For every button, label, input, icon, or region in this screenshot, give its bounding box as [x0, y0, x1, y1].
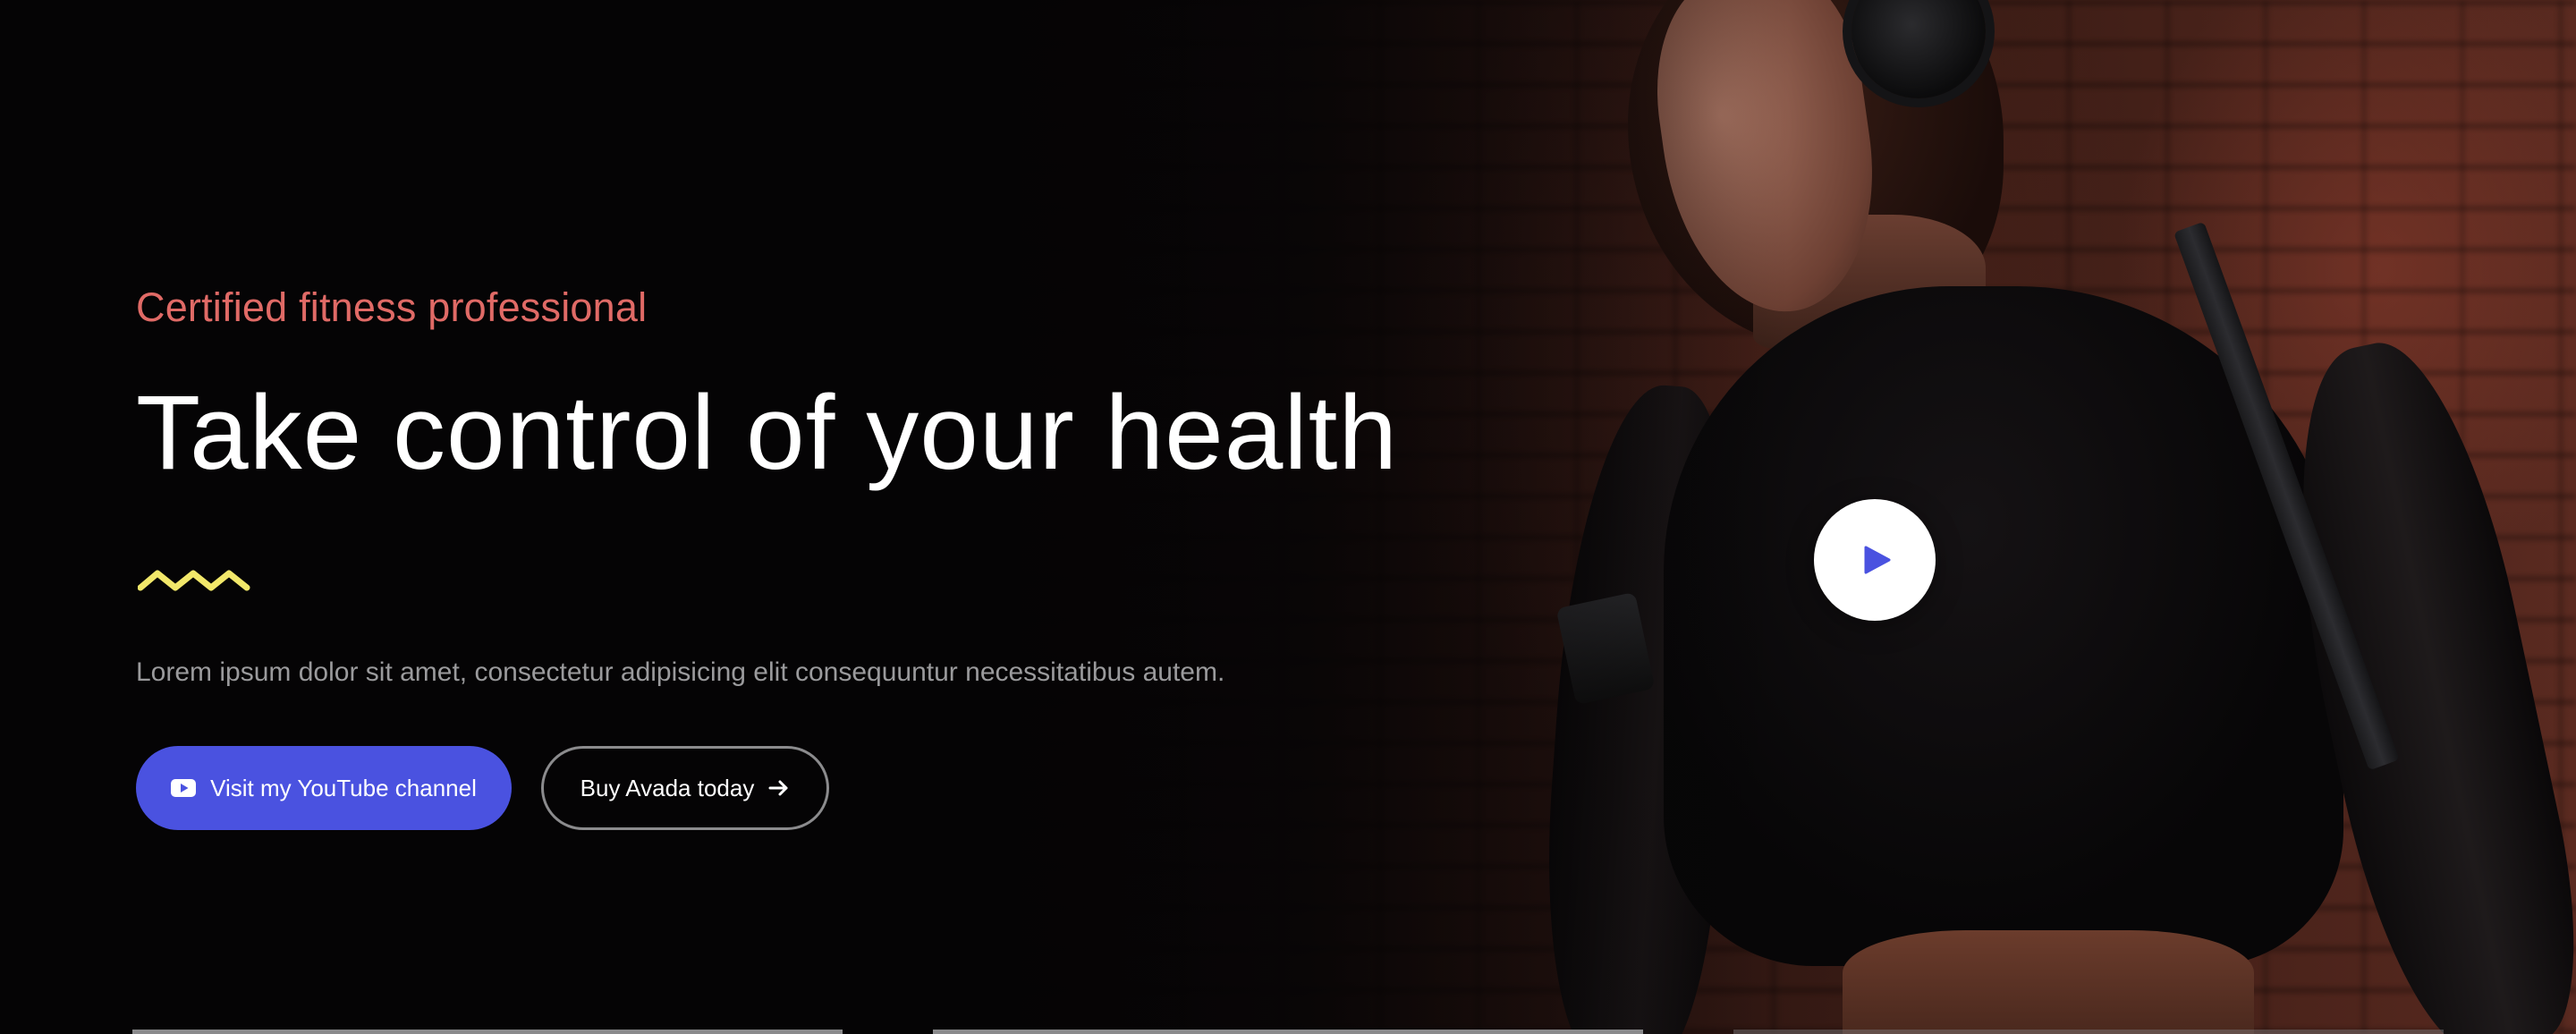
hero-eyebrow: Certified fitness professional	[136, 284, 648, 330]
zigzag-divider-icon	[138, 570, 250, 591]
buy-avada-button[interactable]: Buy Avada today	[541, 746, 829, 830]
play-icon	[1864, 546, 1891, 574]
hero-background-image	[984, 0, 2576, 1034]
buy-avada-button-label: Buy Avada today	[580, 774, 755, 801]
youtube-channel-button-label: Visit my YouTube channel	[210, 774, 477, 801]
youtube-channel-button[interactable]: Visit my YouTube channel	[136, 746, 512, 830]
bottom-divider	[132, 1030, 843, 1034]
bottom-divider	[1733, 1030, 2444, 1034]
arrow-right-icon	[768, 780, 788, 796]
youtube-icon	[171, 779, 197, 797]
hero-headline: Take control of your health	[136, 374, 1399, 492]
bottom-divider	[933, 1030, 1643, 1034]
hero-description: Lorem ipsum dolor sit amet, consectetur …	[136, 657, 1225, 687]
video-play-button[interactable]	[1814, 499, 1936, 621]
hero-section: Certified fitness professional Take cont…	[0, 0, 2576, 1034]
